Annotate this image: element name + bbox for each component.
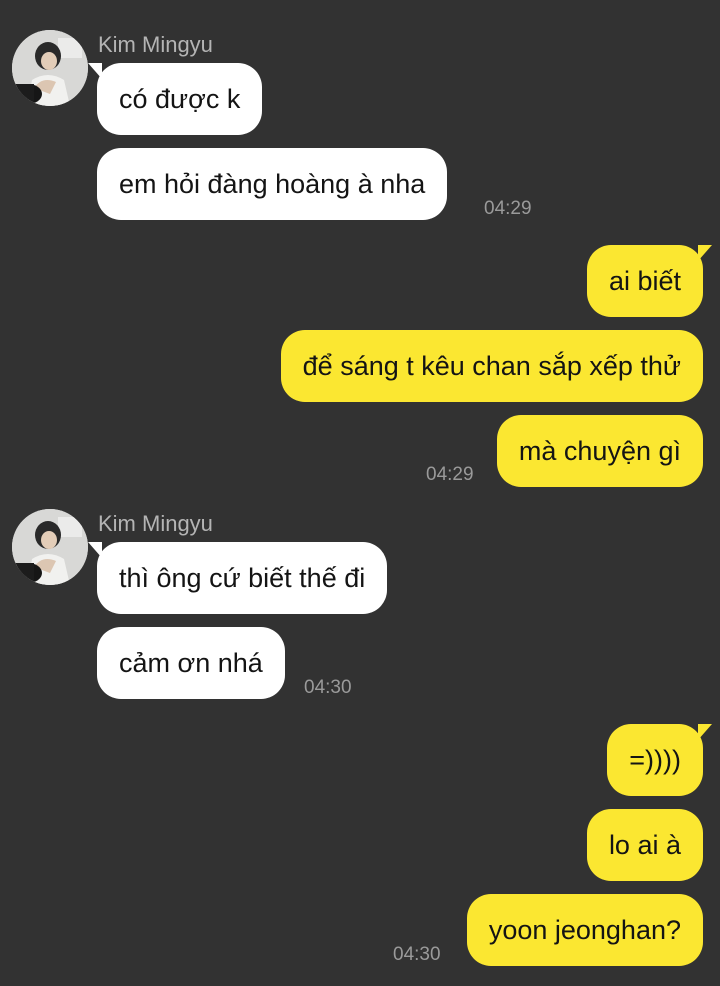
sender-avatar[interactable] <box>12 30 88 106</box>
incoming-message[interactable]: cảm ơn nhá <box>97 627 285 699</box>
outgoing-message[interactable]: =)))) <box>607 724 712 796</box>
sender-name: Kim Mingyu <box>98 32 213 57</box>
avatar-photo-icon <box>12 30 88 106</box>
message-timestamp: 04:30 <box>393 944 441 965</box>
incoming-message[interactable]: em hỏi đàng hoàng à nha <box>97 148 448 220</box>
sender-name: Kim Mingyu <box>98 511 213 536</box>
sender-avatar[interactable] <box>12 509 88 585</box>
message-timestamp: 04:30 <box>304 677 352 698</box>
message-timestamp: 04:29 <box>484 198 532 219</box>
outgoing-message[interactable]: ai biết <box>586 245 713 317</box>
incoming-message[interactable]: thì ông cứ biết thế đi <box>87 542 388 614</box>
outgoing-message[interactable]: mà chuyện gì <box>496 415 703 487</box>
message-timestamp: 04:29 <box>426 464 474 485</box>
incoming-message[interactable]: có được k <box>87 63 263 135</box>
outgoing-message[interactable]: lo ai à <box>586 809 703 881</box>
outgoing-message[interactable]: để sáng t kêu chan sắp xếp thử <box>280 330 703 402</box>
outgoing-message[interactable]: yoon jeonghan? <box>466 894 703 966</box>
avatar-photo-icon <box>12 509 88 585</box>
